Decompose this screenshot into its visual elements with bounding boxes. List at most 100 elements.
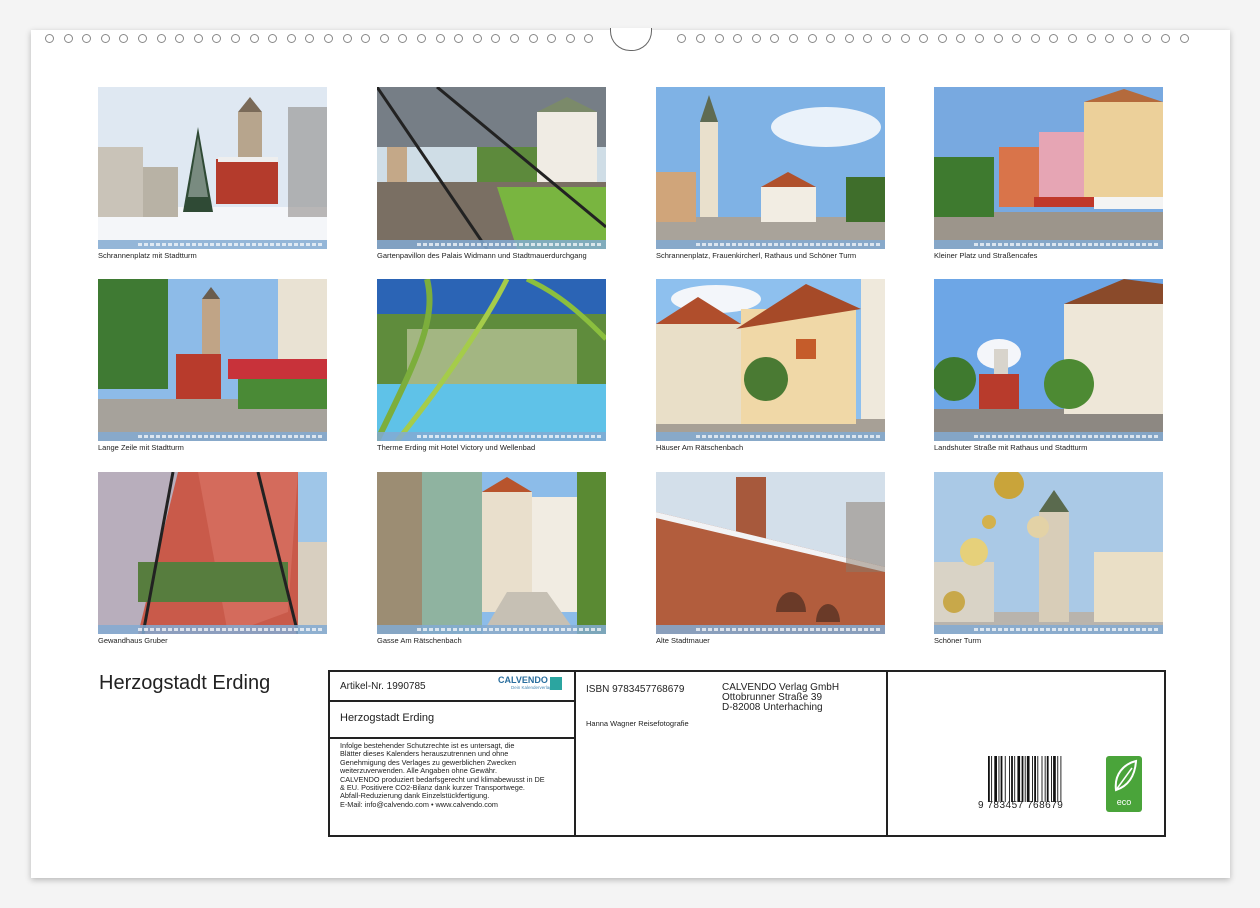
binding-ring [379, 34, 389, 43]
calendar-photo-wall [656, 472, 885, 634]
month-day-strip [934, 240, 1163, 249]
binding-ring [1161, 34, 1170, 43]
month-day-strip [377, 240, 606, 249]
legal-text: Infolge bestehender Schutzrechte ist es … [340, 741, 570, 809]
binding-ring [975, 34, 984, 43]
binding-ring [844, 34, 854, 43]
info-title: Herzogstadt Erding [340, 712, 435, 724]
binding-ring [175, 34, 185, 43]
binding-ring [714, 34, 724, 43]
article-row: Artikel-Nr. 1990785 CALVENDO Dein Kalend… [330, 672, 574, 702]
binding-ring [826, 34, 836, 43]
info-box: Artikel-Nr. 1990785 CALVENDO Dein Kalend… [328, 670, 1166, 837]
calendar-photo-houses [656, 279, 885, 441]
photo-caption: Therme Erding mit Hotel Victory und Well… [377, 443, 536, 452]
photo-caption: Landshuter Straße mit Rathaus und Stadtt… [934, 443, 1088, 452]
binding-ring [100, 34, 110, 43]
month-day-strip [98, 240, 327, 249]
calendar-photo-pavilion [377, 87, 606, 249]
calendar-photo-cafes [934, 87, 1163, 249]
calendar-title: Herzogstadt Erding [99, 672, 271, 694]
spiral-binding [31, 28, 1230, 51]
calendar-photo-street-tower [98, 279, 327, 441]
binding-ring [305, 34, 315, 43]
binding-ring [1086, 34, 1096, 43]
calendar-photo-landshuter [934, 279, 1163, 441]
calendar-photo-therme [377, 279, 606, 441]
photo-caption: Lange Zeile mit Stadtturm [98, 443, 184, 452]
binding-ring [156, 34, 166, 43]
binding-ring [417, 34, 426, 43]
binding-ring [993, 34, 1003, 43]
calendar-back-page: Schrannenplatz mit Stadtturm Gartenpavil… [31, 28, 1230, 878]
binding-ring [510, 34, 519, 43]
month-day-strip [377, 432, 606, 441]
binding-ring [63, 34, 73, 43]
binding-ring [789, 34, 798, 43]
month-day-strip [377, 625, 606, 634]
eco-label: eco [1116, 797, 1132, 807]
binding-ring [193, 34, 203, 43]
binding-ring [733, 34, 743, 43]
binding-ring [491, 34, 501, 43]
calvendo-logo: CALVENDO [498, 675, 548, 685]
photo-caption: Gasse Am Rätschenbach [377, 636, 462, 645]
month-day-strip [98, 625, 327, 634]
binding-ring [1123, 34, 1133, 43]
isbn: ISBN 9783457768679 [586, 684, 685, 695]
month-day-strip [98, 432, 327, 441]
calendar-photo-square-summer [656, 87, 885, 249]
binding-ring [1068, 34, 1077, 43]
photo-caption: Alte Stadtmauer [656, 636, 710, 645]
author: Hanna Wagner Reisefotografie [586, 719, 689, 728]
photo-caption: Schrannenplatz mit Stadtturm [98, 251, 197, 260]
binding-ring [882, 34, 891, 43]
binding-ring [751, 34, 761, 43]
binding-ring [324, 34, 333, 43]
info-column-middle: ISBN 9783457768679 Hanna Wagner Reisefot… [576, 672, 888, 835]
binding-ring [919, 34, 929, 43]
barcode [988, 756, 1062, 802]
binding-ring [547, 34, 557, 43]
title-row: Herzogstadt Erding [330, 702, 574, 739]
calendar-photo-winter-tower [98, 87, 327, 249]
eco-badge: eco [1106, 756, 1142, 812]
binding-ring [1012, 34, 1022, 43]
binding-ring [528, 34, 538, 43]
binding-ring [361, 34, 371, 43]
month-day-strip [656, 240, 885, 249]
month-day-strip [934, 625, 1163, 634]
calendar-photo-alley [377, 472, 606, 634]
binding-ring [268, 34, 278, 43]
legal-line: E-Mail: info@calvendo.com • www.calvendo… [340, 799, 498, 809]
binding-ring [138, 34, 147, 43]
binding-ring [454, 34, 464, 43]
article-number: Artikel-Nr. 1990785 [340, 681, 426, 692]
binding-ring [770, 34, 780, 43]
month-day-strip [934, 432, 1163, 441]
binding-ring [45, 34, 54, 43]
publisher-address: CALVENDO Verlag GmbH Ottobrunner Straße … [722, 683, 839, 713]
binding-ring [1142, 34, 1152, 43]
binding-ring [1049, 34, 1059, 43]
photo-caption: Häuser Am Rätschenbach [656, 443, 744, 452]
photo-caption: Schrannenplatz, Frauenkircherl, Rathaus … [656, 251, 857, 260]
binding-ring [82, 34, 92, 43]
binding-ring [342, 34, 352, 43]
binding-ring [807, 34, 817, 43]
binding-ring [398, 34, 408, 43]
binding-ring [863, 34, 873, 43]
binding-ring [677, 34, 687, 43]
photo-caption: Schöner Turm [934, 636, 982, 645]
info-column-left: Artikel-Nr. 1990785 CALVENDO Dein Kalend… [330, 672, 576, 835]
binding-ring [212, 34, 222, 43]
binding-ring [231, 34, 240, 43]
calvendo-tagline: Dein Kalenderverlag [511, 685, 552, 690]
binding-ring [956, 34, 966, 43]
binding-ring [435, 34, 445, 43]
month-day-strip [656, 625, 885, 634]
hanger-hook [610, 28, 652, 51]
binding-ring [1105, 34, 1115, 43]
photo-caption: Gartenpavillon des Palais Widmann und St… [377, 251, 587, 260]
photo-caption: Gewandhaus Gruber [98, 636, 168, 645]
